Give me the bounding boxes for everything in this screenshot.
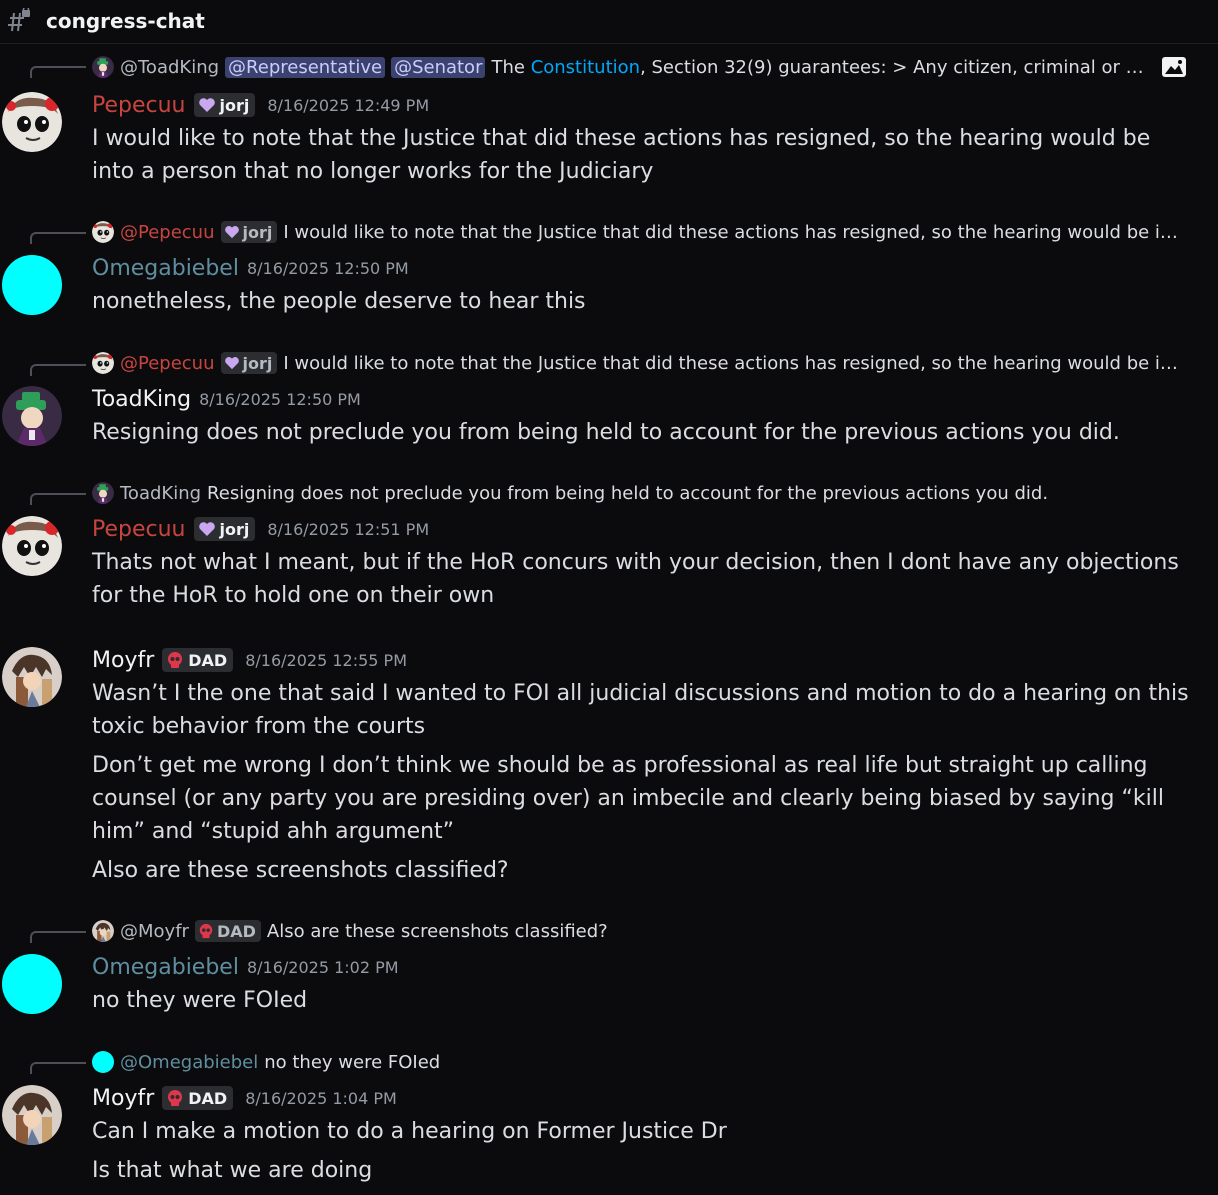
message: Moyfr DAD 8/16/2025 12:55 PM Wasn’t I th… [0, 645, 1218, 890]
guild-tag[interactable]: DAD [162, 648, 234, 672]
author-name[interactable]: Omegabiebel [92, 256, 239, 281]
avatar[interactable] [2, 1085, 62, 1145]
role-mention[interactable]: @Representative [225, 56, 386, 78]
avatar [92, 56, 114, 78]
message-header: ToadKing 8/16/2025 12:50 PM [92, 384, 361, 414]
skull-icon [168, 652, 183, 668]
author-name[interactable]: Moyfr [92, 1086, 154, 1111]
message-header: Moyfr DAD 8/16/2025 12:55 PM [92, 645, 407, 675]
author-name[interactable]: ToadKing [92, 387, 191, 412]
avatar[interactable] [2, 255, 62, 315]
skull-icon [199, 923, 213, 939]
reply-preview[interactable]: @Moyfr DAD Also are these screenshots cl… [92, 919, 1187, 943]
message-content: no they were FOIed [92, 988, 308, 1013]
timestamp[interactable]: 8/16/2025 12:55 PM [245, 651, 407, 670]
avatar[interactable] [2, 516, 62, 576]
reply-preview[interactable]: ToadKing Resigning does not preclude you… [92, 481, 1187, 505]
guild-tag[interactable]: DAD [162, 1086, 234, 1110]
reply-text: Resigning does not preclude you from bei… [207, 482, 1049, 504]
guild-tag[interactable]: jorj [193, 93, 256, 117]
reply-preview[interactable]: @Pepecuu jorj I would like to note that … [92, 220, 1187, 244]
heart-icon [198, 98, 215, 112]
reply-author[interactable]: ToadKing [120, 483, 201, 504]
reply-connector [30, 931, 86, 943]
reply-author[interactable]: @Pepecuu [120, 353, 215, 374]
reply-preview[interactable]: @Pepecuu jorj I would like to note that … [92, 351, 1187, 375]
avatar[interactable] [2, 647, 62, 707]
author-name[interactable]: Omegabiebel [92, 955, 239, 980]
reply-preview[interactable]: @Omegabiebel no they were FOIed [92, 1050, 1187, 1074]
guild-tag: jorj [220, 352, 278, 374]
image-icon [1162, 57, 1186, 77]
message-header: Pepecuu jorj 8/16/2025 12:51 PM [92, 514, 429, 544]
timestamp[interactable]: 8/16/2025 12:50 PM [199, 390, 361, 409]
author-name[interactable]: Moyfr [92, 648, 154, 673]
reply-text: I would like to note that the Justice th… [283, 352, 1187, 374]
channel-header: congress-chat [0, 0, 1218, 44]
constitution-link[interactable]: Constitution [531, 57, 640, 78]
message: @Pepecuu jorj I would like to note that … [0, 350, 1218, 460]
message-content: Thats not what I meant, but if the HoR c… [92, 550, 1179, 608]
timestamp[interactable]: 8/16/2025 12:49 PM [267, 96, 429, 115]
avatar[interactable] [2, 92, 62, 152]
skull-icon [168, 1090, 183, 1106]
guild-tag[interactable]: jorj [193, 517, 256, 541]
message-content: I would like to note that the Justice th… [92, 126, 1151, 184]
reply-preview[interactable]: @ToadKing @Representative @Senator The C… [92, 55, 1187, 79]
reply-author[interactable]: @Omegabiebel [120, 1052, 258, 1073]
message: ToadKing Resigning does not preclude you… [0, 481, 1218, 621]
reply-author[interactable]: @Pepecuu [120, 222, 215, 243]
avatar[interactable] [2, 386, 62, 446]
reply-text: I would like to note that the Justice th… [283, 221, 1187, 243]
guild-tag: jorj [220, 221, 278, 243]
reply-text: Also are these screenshots classified? [266, 920, 608, 942]
message-header: Omegabiebel 8/16/2025 1:02 PM [92, 952, 399, 982]
message-content: Wasn’t I the one that said I wanted to F… [92, 681, 1189, 883]
avatar [92, 920, 114, 942]
avatar [92, 482, 114, 504]
timestamp[interactable]: 8/16/2025 12:50 PM [247, 259, 409, 278]
message-content: Resigning does not preclude you from bei… [92, 420, 1120, 445]
avatar [92, 352, 114, 374]
reply-connector [30, 66, 86, 78]
heart-icon [224, 357, 239, 370]
timestamp[interactable]: 8/16/2025 1:04 PM [245, 1089, 397, 1108]
message-header: Pepecuu jorj 8/16/2025 12:49 PM [92, 90, 429, 120]
message: @ToadKing @Representative @Senator The C… [0, 52, 1218, 192]
message-content: nonetheless, the people deserve to hear … [92, 289, 586, 314]
avatar [92, 221, 114, 243]
reply-connector [30, 364, 86, 376]
guild-tag: DAD [194, 920, 261, 942]
reply-connector [30, 493, 86, 505]
role-mention[interactable]: @Senator [391, 56, 486, 78]
message-content: Can I make a motion to do a hearing on F… [92, 1119, 727, 1183]
reply-connector [30, 232, 86, 244]
hash-lock-icon [8, 8, 30, 32]
heart-icon [224, 226, 239, 239]
message-header: Omegabiebel 8/16/2025 12:50 PM [92, 253, 409, 283]
avatar[interactable] [2, 954, 62, 1014]
reply-connector [30, 1062, 86, 1074]
reply-author[interactable]: @Moyfr [120, 921, 189, 942]
reply-author[interactable]: @ToadKing [120, 57, 219, 78]
heart-icon [198, 522, 215, 536]
avatar [92, 1051, 114, 1073]
message: @Moyfr DAD Also are these screenshots cl… [0, 918, 1218, 1028]
reply-text: The Constitution, Section 32(9) guarante… [491, 56, 1151, 78]
author-name[interactable]: Pepecuu [92, 517, 186, 542]
message-header: Moyfr DAD 8/16/2025 1:04 PM [92, 1083, 397, 1113]
timestamp[interactable]: 8/16/2025 12:51 PM [267, 520, 429, 539]
message: @Pepecuu jorj I would like to note that … [0, 218, 1218, 328]
channel-name[interactable]: congress-chat [46, 9, 205, 33]
message: @Omegabiebel no they were FOIed Moyfr DA… [0, 1049, 1218, 1195]
reply-text: no they were FOIed [264, 1051, 441, 1073]
author-name[interactable]: Pepecuu [92, 93, 186, 118]
timestamp[interactable]: 8/16/2025 1:02 PM [247, 958, 399, 977]
